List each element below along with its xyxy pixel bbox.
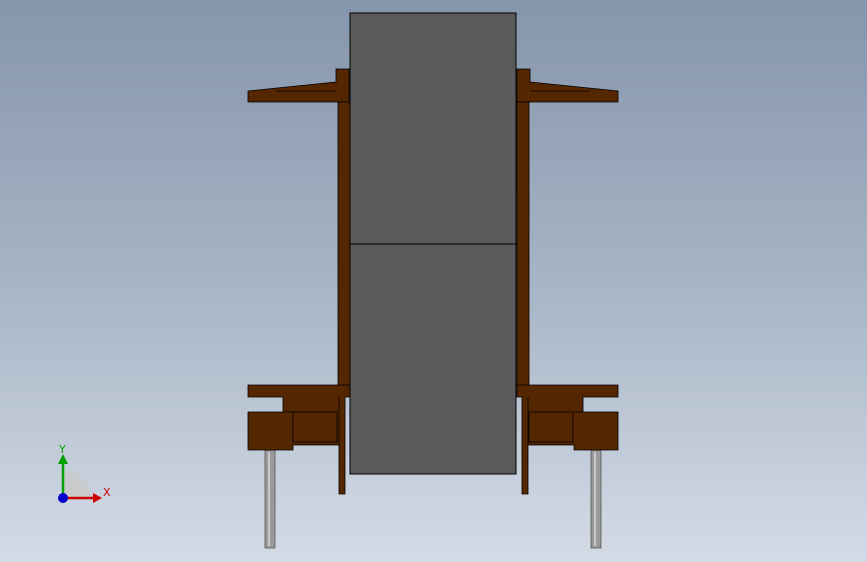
core-lower [349, 243, 517, 475]
transformer-bobbin-model[interactable] [0, 0, 867, 562]
triad-arc [63, 470, 91, 498]
left-wall [337, 101, 351, 387]
top-left-flange [247, 68, 350, 103]
coordinate-triad: Y X [58, 443, 111, 503]
x-axis-arrow [93, 493, 102, 503]
bottom-right-base [516, 384, 619, 495]
right-wall [516, 101, 530, 387]
x-axis-label: X [103, 486, 111, 499]
graphics-viewport[interactable]: Y X [0, 0, 867, 562]
z-axis-dot [58, 493, 68, 503]
core-upper [349, 12, 517, 245]
bottom-left-base [247, 384, 351, 495]
top-right-flange [516, 68, 619, 103]
core [349, 12, 517, 475]
y-axis-label: Y [58, 443, 66, 456]
